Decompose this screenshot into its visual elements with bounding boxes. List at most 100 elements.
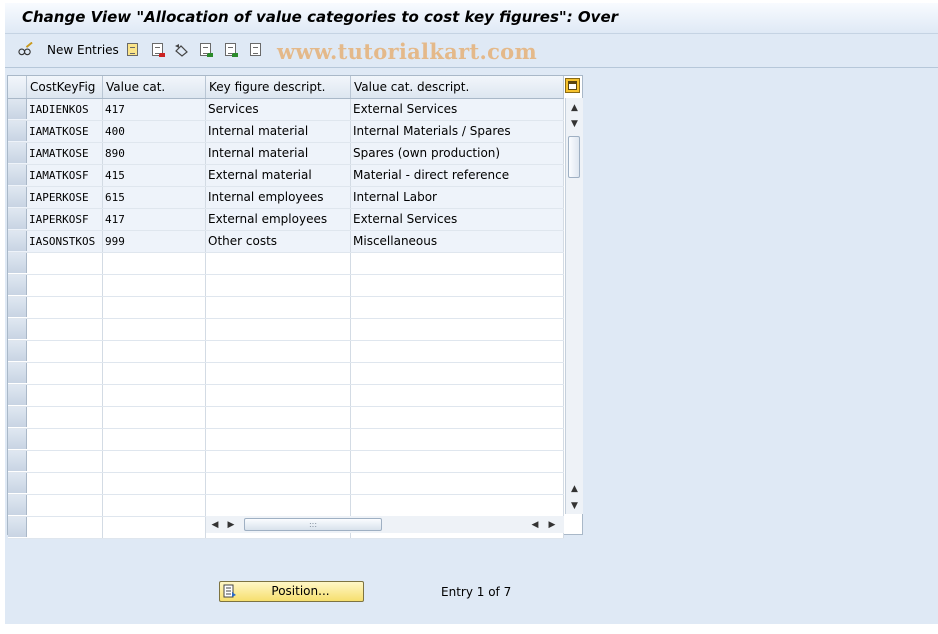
empty-cell[interactable] xyxy=(27,429,103,450)
scroll-left-icon[interactable]: ◀ xyxy=(208,516,222,533)
empty-cell[interactable] xyxy=(351,253,564,274)
table-row[interactable]: IAMATKOSF 415 External material Material - … xyxy=(8,165,564,187)
table-settings-icon[interactable] xyxy=(565,78,580,93)
table-row[interactable]: IAPERKOSF 417 External employees External S… xyxy=(8,209,564,231)
column-header-value-cat-descript[interactable]: Value cat. descript. xyxy=(351,76,564,98)
new-entries-button[interactable]: New Entries xyxy=(47,43,119,57)
column-header-costkeyfig[interactable]: CostKeyFig xyxy=(27,76,103,98)
empty-cell[interactable] xyxy=(206,341,351,362)
horizontal-scroll-thumb[interactable]: ::: xyxy=(244,518,382,531)
row-selector[interactable] xyxy=(8,451,27,471)
empty-cell[interactable] xyxy=(206,473,351,494)
row-selector[interactable] xyxy=(8,253,27,273)
deselect-all-icon[interactable] xyxy=(248,42,263,57)
table-row[interactable]: IASONSTKOS 999 Other costs Miscellaneous xyxy=(8,231,564,253)
empty-cell[interactable] xyxy=(27,319,103,340)
row-selector[interactable] xyxy=(8,297,27,317)
table-row[interactable]: IADIENKOS 417 Services External Services xyxy=(8,99,564,121)
empty-table-row[interactable] xyxy=(8,297,564,319)
empty-cell[interactable] xyxy=(27,517,103,538)
empty-cell[interactable] xyxy=(27,341,103,362)
empty-cell[interactable] xyxy=(103,341,206,362)
table-row[interactable]: IAMATKOSE 890 Internal material Spares (own… xyxy=(8,143,564,165)
empty-cell[interactable] xyxy=(351,385,564,406)
row-selector[interactable] xyxy=(8,363,27,383)
undo-icon[interactable] xyxy=(174,42,189,57)
empty-cell[interactable] xyxy=(351,473,564,494)
empty-cell[interactable] xyxy=(27,495,103,516)
select-block-icon[interactable] xyxy=(223,42,238,57)
empty-cell[interactable] xyxy=(103,429,206,450)
empty-cell[interactable] xyxy=(103,253,206,274)
row-selector[interactable] xyxy=(8,165,27,185)
row-selector[interactable] xyxy=(8,341,27,361)
empty-cell[interactable] xyxy=(206,363,351,384)
empty-cell[interactable] xyxy=(351,429,564,450)
empty-cell[interactable] xyxy=(103,297,206,318)
empty-cell[interactable] xyxy=(351,451,564,472)
empty-table-row[interactable] xyxy=(8,341,564,363)
row-selector[interactable] xyxy=(8,319,27,339)
empty-cell[interactable] xyxy=(103,407,206,428)
empty-table-row[interactable] xyxy=(8,253,564,275)
empty-table-row[interactable] xyxy=(8,407,564,429)
row-selector[interactable] xyxy=(8,517,27,537)
empty-cell[interactable] xyxy=(351,341,564,362)
scroll-right-icon[interactable]: ▶ xyxy=(545,516,559,533)
empty-cell[interactable] xyxy=(103,319,206,340)
empty-cell[interactable] xyxy=(206,297,351,318)
empty-cell[interactable] xyxy=(351,407,564,428)
row-selector[interactable] xyxy=(8,231,27,251)
row-selector[interactable] xyxy=(8,495,27,515)
scroll-right-page-icon[interactable]: ▶ xyxy=(224,516,238,533)
column-header-key-figure-descript[interactable]: Key figure descript. xyxy=(206,76,351,98)
select-all-rows-corner[interactable] xyxy=(8,76,27,98)
empty-cell[interactable] xyxy=(351,363,564,384)
scroll-page-up-icon[interactable]: ▲ xyxy=(566,481,583,497)
empty-table-row[interactable] xyxy=(8,429,564,451)
empty-table-row[interactable] xyxy=(8,451,564,473)
row-selector[interactable] xyxy=(8,143,27,163)
empty-cell[interactable] xyxy=(27,275,103,296)
vertical-scroll-thumb[interactable] xyxy=(568,136,580,178)
table-row[interactable]: IAPERKOSE 615 Internal employees Internal L… xyxy=(8,187,564,209)
vertical-scrollbar[interactable]: ▲ ▼ ▲ ▼ xyxy=(565,98,583,514)
empty-table-row[interactable] xyxy=(8,385,564,407)
position-button[interactable]: Position... xyxy=(219,581,364,602)
empty-cell[interactable] xyxy=(27,253,103,274)
empty-cell[interactable] xyxy=(351,319,564,340)
empty-cell[interactable] xyxy=(103,495,206,516)
scroll-up-icon[interactable]: ▲ xyxy=(566,100,583,116)
row-selector[interactable] xyxy=(8,275,27,295)
select-all-icon[interactable] xyxy=(198,42,213,57)
empty-cell[interactable] xyxy=(27,385,103,406)
empty-table-row[interactable] xyxy=(8,473,564,495)
empty-cell[interactable] xyxy=(206,495,351,516)
row-selector[interactable] xyxy=(8,473,27,493)
empty-cell[interactable] xyxy=(103,517,206,538)
empty-cell[interactable] xyxy=(27,473,103,494)
row-selector[interactable] xyxy=(8,121,27,141)
empty-cell[interactable] xyxy=(351,495,564,516)
scroll-left-page-icon[interactable]: ◀ xyxy=(528,516,542,533)
scroll-page-down-icon[interactable]: ▼ xyxy=(566,116,583,132)
empty-cell[interactable] xyxy=(103,363,206,384)
row-selector[interactable] xyxy=(8,429,27,449)
empty-cell[interactable] xyxy=(206,451,351,472)
row-selector[interactable] xyxy=(8,187,27,207)
empty-table-row[interactable] xyxy=(8,495,564,517)
row-selector[interactable] xyxy=(8,385,27,405)
empty-table-row[interactable] xyxy=(8,275,564,297)
copy-icon[interactable] xyxy=(125,42,140,57)
empty-cell[interactable] xyxy=(27,451,103,472)
empty-cell[interactable] xyxy=(103,473,206,494)
row-selector[interactable] xyxy=(8,407,27,427)
empty-cell[interactable] xyxy=(27,363,103,384)
empty-cell[interactable] xyxy=(206,275,351,296)
empty-table-row[interactable] xyxy=(8,319,564,341)
empty-cell[interactable] xyxy=(103,451,206,472)
column-header-value-cat[interactable]: Value cat. xyxy=(103,76,206,98)
empty-cell[interactable] xyxy=(103,275,206,296)
scroll-down-icon[interactable]: ▼ xyxy=(566,498,583,514)
empty-cell[interactable] xyxy=(206,429,351,450)
